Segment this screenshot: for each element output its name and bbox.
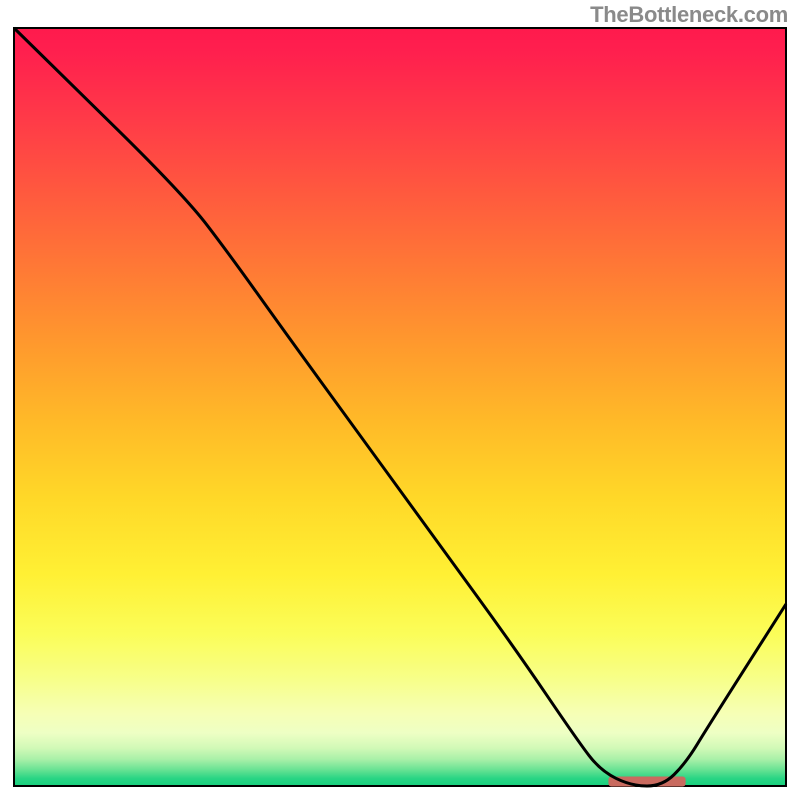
chart-wrapper: TheBottleneck.com [0, 0, 800, 800]
watermark-text: TheBottleneck.com [590, 2, 788, 28]
bottleneck-chart [0, 0, 800, 800]
